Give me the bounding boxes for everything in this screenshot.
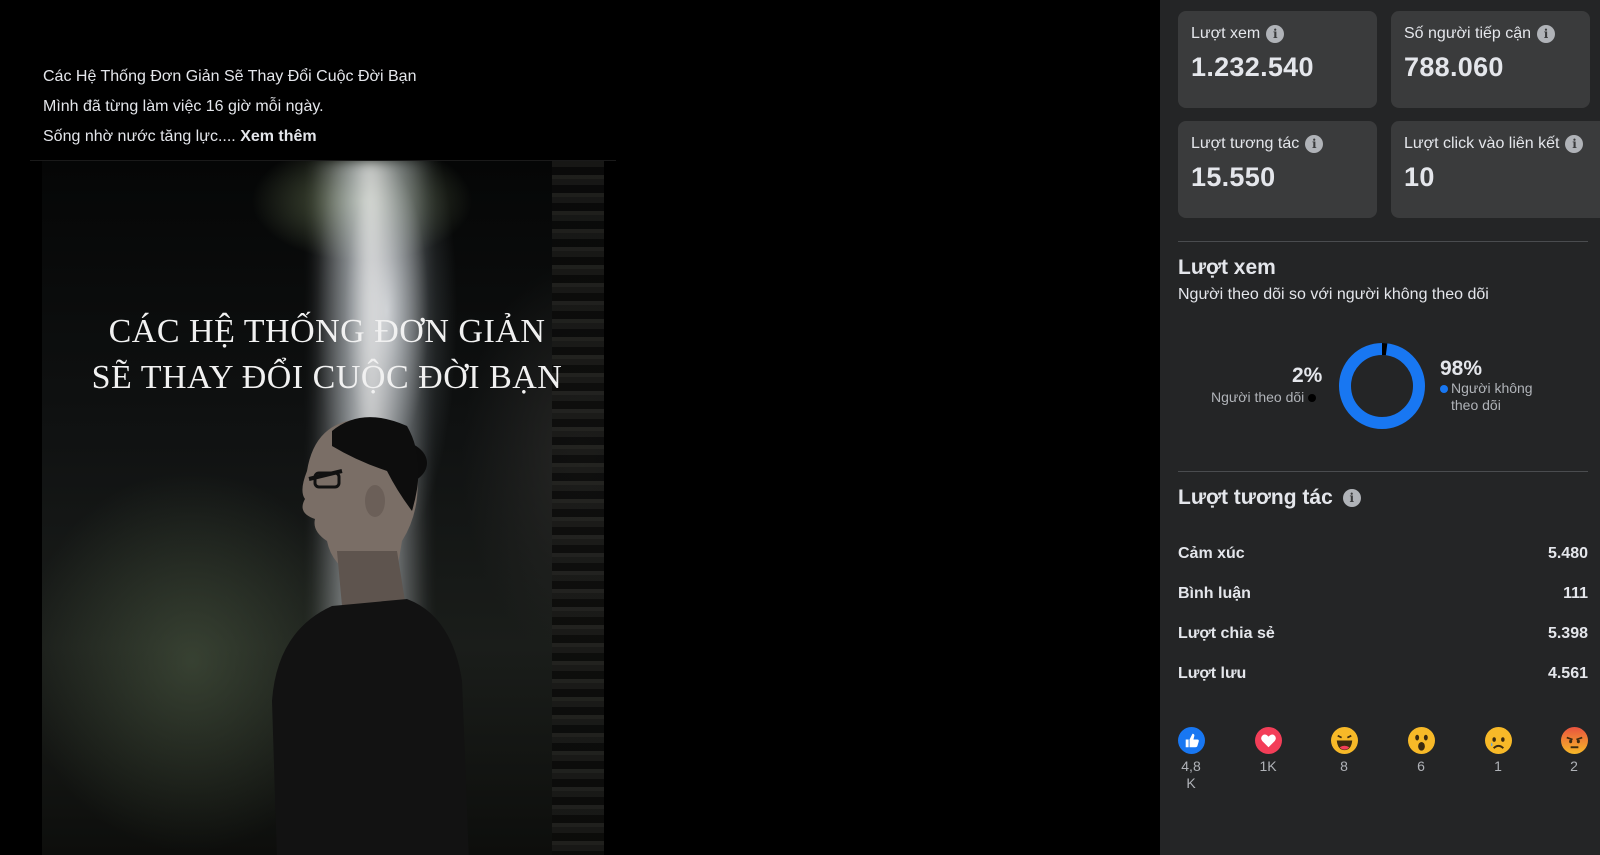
metric-label: Lượt chia sẻ bbox=[1178, 625, 1275, 642]
metric-value: 111 bbox=[1563, 585, 1588, 602]
reaction-angry[interactable]: 2 bbox=[1554, 727, 1594, 775]
sad-icon bbox=[1484, 727, 1512, 754]
stat-label-reach-text: Số người tiếp cận bbox=[1404, 25, 1532, 42]
metric-row-reactions: Cảm xúc 5.480 bbox=[1178, 545, 1588, 563]
caption-line-3: Sống nhờ nước tăng lực.... Xem thêm bbox=[43, 122, 603, 152]
info-icon[interactable]: i bbox=[1565, 135, 1584, 153]
reaction-haha[interactable]: 8 bbox=[1324, 727, 1364, 775]
stat-card-link-clicks: Lượt click vào liên kết i 10 bbox=[1391, 121, 1600, 218]
stat-card-views: Lượt xem i 1.232.540 bbox=[1178, 11, 1377, 108]
stat-value-engagement: 15.550 bbox=[1191, 162, 1276, 192]
metric-row-shares: Lượt chia sẻ 5.398 bbox=[1178, 625, 1588, 643]
metric-label: Lượt lưu bbox=[1178, 665, 1247, 682]
divider bbox=[1178, 241, 1588, 242]
post-caption: Các Hệ Thống Đơn Giản Sẽ Thay Đổi Cuộc Đ… bbox=[43, 62, 603, 152]
metric-label: Bình luận bbox=[1178, 585, 1251, 602]
metric-row-comments: Bình luận 111 bbox=[1178, 585, 1588, 603]
non-followers-label-line-1: Người không bbox=[1451, 380, 1533, 396]
caption-line-1: Các Hệ Thống Đơn Giản Sẽ Thay Đổi Cuộc Đ… bbox=[43, 68, 417, 85]
reaction-count: 1K bbox=[1259, 758, 1277, 774]
caption-line-3-text: Sống nhờ nước tăng lực.... bbox=[43, 128, 236, 145]
reaction-love[interactable]: 1K bbox=[1248, 727, 1288, 775]
metric-value: 5.480 bbox=[1547, 545, 1588, 562]
divider bbox=[1178, 471, 1588, 472]
views-section-subtitle: Người theo dõi so với người không theo d… bbox=[1178, 286, 1489, 303]
followers-label: Người theo dõi bbox=[1211, 389, 1305, 405]
followers-legend: Người theo dõi bbox=[1211, 389, 1317, 406]
info-icon[interactable]: i bbox=[1342, 489, 1361, 507]
info-icon[interactable]: i bbox=[1305, 135, 1324, 153]
non-followers-label-line-2: theo dõi bbox=[1451, 397, 1501, 413]
stat-label-engagement-text: Lượt tương tác bbox=[1191, 135, 1300, 152]
followers-donut-chart bbox=[1339, 343, 1425, 429]
reaction-wow[interactable]: 6 bbox=[1401, 727, 1441, 775]
stat-label-link-clicks: Lượt click vào liên kết i bbox=[1404, 135, 1587, 153]
image-title: CÁC HỆ THỐNG ĐƠN GIẢN SẼ THAY ĐỔI CUỘC Đ… bbox=[42, 309, 604, 401]
haha-icon bbox=[1330, 727, 1358, 754]
stat-value-link-clicks: 10 bbox=[1404, 162, 1435, 192]
caption-line-2: Mình đã từng làm việc 16 giờ mỗi ngày. bbox=[43, 98, 324, 115]
engagement-section-title-text: Lượt tương tác bbox=[1178, 486, 1333, 509]
angry-icon bbox=[1560, 727, 1588, 754]
rock-wall-graphic bbox=[552, 161, 604, 855]
info-icon[interactable]: i bbox=[1537, 25, 1556, 43]
reaction-sad[interactable]: 1 bbox=[1478, 727, 1518, 775]
image-title-line-2: SẼ THAY ĐỔI CUỘC ĐỜI BẠN bbox=[91, 359, 563, 396]
stat-value-views: 1.232.540 bbox=[1191, 52, 1314, 82]
stat-label-views: Lượt xem i bbox=[1191, 25, 1364, 43]
views-section-title: Lượt xem bbox=[1178, 256, 1276, 279]
like-icon bbox=[1177, 727, 1205, 754]
metric-row-saves: Lượt lưu 4.561 bbox=[1178, 665, 1588, 683]
stat-card-reach: Số người tiếp cận i 788.060 bbox=[1391, 11, 1590, 108]
stat-card-engagement: Lượt tương tác i 15.550 bbox=[1178, 121, 1377, 218]
non-followers-dot bbox=[1440, 385, 1448, 393]
reaction-count-suffix: K bbox=[1186, 775, 1196, 791]
followers-percent: 2% bbox=[1292, 364, 1323, 387]
stat-label-views-text: Lượt xem bbox=[1191, 25, 1261, 42]
info-icon[interactable]: i bbox=[1266, 25, 1285, 43]
stat-label-reach: Số người tiếp cận i bbox=[1404, 25, 1577, 43]
donut-non-followers-arc bbox=[1339, 343, 1425, 429]
metric-label: Cảm xúc bbox=[1178, 545, 1245, 562]
love-icon bbox=[1254, 727, 1282, 754]
stat-label-link-clicks-text: Lượt click vào liên kết bbox=[1404, 135, 1560, 152]
reaction-count: 2 bbox=[1570, 758, 1578, 774]
metric-value: 5.398 bbox=[1547, 625, 1588, 642]
wow-icon bbox=[1407, 727, 1435, 754]
reaction-count: 4,8 bbox=[1181, 758, 1201, 774]
non-followers-percent: 98% bbox=[1440, 357, 1483, 380]
non-followers-legend: Người không theo dõi bbox=[1440, 380, 1533, 414]
see-more-link[interactable]: Xem thêm bbox=[240, 128, 316, 145]
reaction-count: 8 bbox=[1340, 758, 1348, 774]
reaction-count: 6 bbox=[1417, 758, 1425, 774]
reaction-count: 1 bbox=[1494, 758, 1502, 774]
engagement-section-title: Lượt tương tác i bbox=[1178, 486, 1361, 510]
person-silhouette bbox=[272, 417, 469, 855]
stat-label-engagement: Lượt tương tác i bbox=[1191, 135, 1364, 153]
image-title-line-1: CÁC HỆ THỐNG ĐƠN GIẢN bbox=[108, 313, 546, 350]
stat-value-reach: 788.060 bbox=[1404, 52, 1504, 82]
post-image[interactable]: CÁC HỆ THỐNG ĐƠN GIẢN SẼ THAY ĐỔI CUỘC Đ… bbox=[42, 161, 604, 855]
reaction-like[interactable]: 4,8 K bbox=[1171, 727, 1211, 792]
followers-dot bbox=[1308, 394, 1317, 402]
metric-value: 4.561 bbox=[1547, 665, 1588, 682]
